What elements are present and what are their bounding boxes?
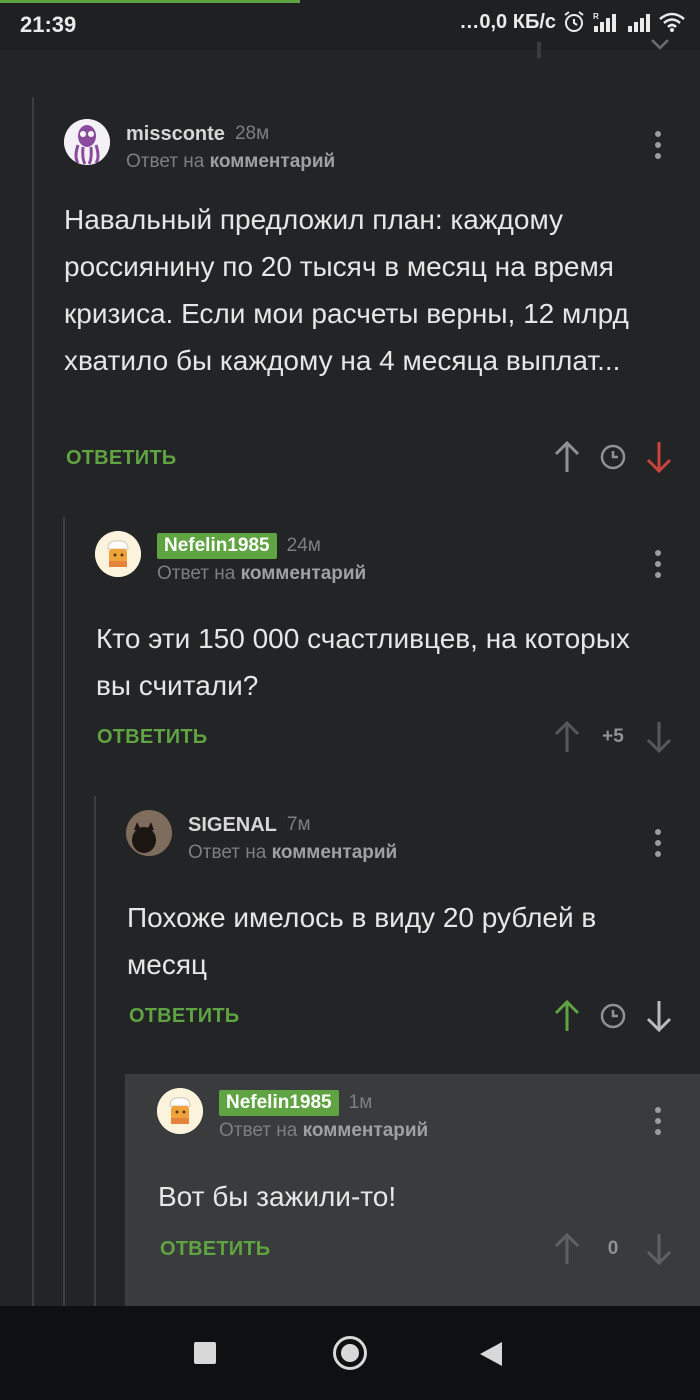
more-options-icon[interactable] — [655, 829, 661, 857]
comment-text: Навальный предложил план: каждому россия… — [64, 204, 629, 376]
reply-to: Ответ на комментарий — [188, 842, 398, 863]
home-button[interactable] — [333, 1336, 367, 1370]
comment-text: Кто эти 150 000 счастливцев, на которых … — [96, 623, 630, 701]
status-bar: 21:39 …0,0 КБ/с R — [0, 0, 700, 50]
avatar[interactable] — [95, 531, 141, 577]
upvote-icon[interactable] — [552, 999, 582, 1033]
downvote-icon[interactable] — [644, 1232, 674, 1266]
navigation-bar — [0, 1306, 700, 1400]
previous-comment-edge — [0, 39, 700, 90]
network-speed: …0,0 КБ/с — [459, 10, 556, 33]
recent-apps-button[interactable] — [194, 1342, 216, 1364]
comment-score: +5 — [602, 726, 624, 747]
signal-icon: R — [593, 12, 616, 32]
avatar[interactable] — [126, 810, 172, 856]
reply-to: Ответ на комментарий — [219, 1120, 429, 1141]
comment-time: 1м — [348, 1092, 373, 1113]
wifi-icon — [659, 12, 685, 32]
signal-icon — [628, 14, 650, 32]
downvote-icon[interactable] — [644, 999, 674, 1033]
comment: Nefelin1985 1м Ответ на комментарий Вот … — [127, 1074, 700, 1306]
comment-time: 28м — [234, 123, 270, 144]
comment-time: 24м — [286, 535, 321, 556]
back-button[interactable] — [480, 1342, 502, 1366]
downvote-icon[interactable] — [644, 720, 674, 754]
page-load-progress — [0, 0, 300, 3]
comment-text: Вот бы зажили-то! — [158, 1181, 397, 1212]
reply-to: Ответ на комментарий — [157, 563, 367, 584]
upvote-icon[interactable] — [552, 440, 582, 474]
comment-author[interactable]: SIGENAL — [188, 814, 277, 837]
upvote-icon[interactable] — [552, 720, 582, 754]
comment-author[interactable]: Nefelin1985 — [157, 533, 277, 559]
svg-text:R: R — [593, 12, 599, 21]
clock-icon[interactable] — [598, 440, 628, 474]
comment-author[interactable]: Nefelin1985 — [219, 1090, 339, 1116]
reply-to-link[interactable]: комментарий — [210, 151, 336, 172]
comment-score: 0 — [607, 1238, 619, 1259]
alarm-icon — [564, 11, 584, 32]
status-time: 21:39 — [20, 12, 77, 37]
reply-to-link[interactable]: комментарий — [272, 842, 398, 863]
status-icons: …0,0 КБ/с R — [459, 10, 686, 34]
comment-text: Похоже имелось в виду 20 рублей в месяц — [127, 902, 597, 980]
reply-button[interactable]: ОТВЕТИТЬ — [97, 726, 207, 749]
comment: Nefelin1985 24м Ответ на комментарий Кто… — [65, 517, 700, 796]
reply-to: Ответ на комментарий — [126, 151, 336, 172]
comment-author[interactable]: missconte — [126, 123, 225, 146]
reply-button[interactable]: ОТВЕТИТЬ — [160, 1238, 270, 1261]
reply-to-link[interactable]: комментарий — [241, 563, 367, 584]
downvote-icon[interactable] — [644, 440, 674, 474]
more-options-icon[interactable] — [655, 131, 661, 159]
arrow-down-icon — [651, 39, 669, 50]
reply-button[interactable]: ОТВЕТИТЬ — [129, 1005, 239, 1028]
reply-to-link[interactable]: комментарий — [303, 1120, 429, 1141]
previous-comment-fragment — [537, 42, 541, 58]
comment: missconte 28м Ответ на комментарий Навал… — [34, 97, 700, 517]
upvote-icon[interactable] — [552, 1232, 582, 1266]
avatar[interactable] — [157, 1088, 203, 1134]
clock-icon[interactable] — [598, 999, 628, 1033]
avatar[interactable] — [64, 119, 110, 165]
comment-time: 7м — [286, 814, 311, 835]
more-options-icon[interactable] — [655, 550, 661, 578]
more-options-icon[interactable] — [655, 1107, 661, 1135]
reply-button[interactable]: ОТВЕТИТЬ — [66, 447, 176, 470]
comment: SIGENAL 7м Ответ на комментарий Похоже и… — [96, 796, 700, 1074]
